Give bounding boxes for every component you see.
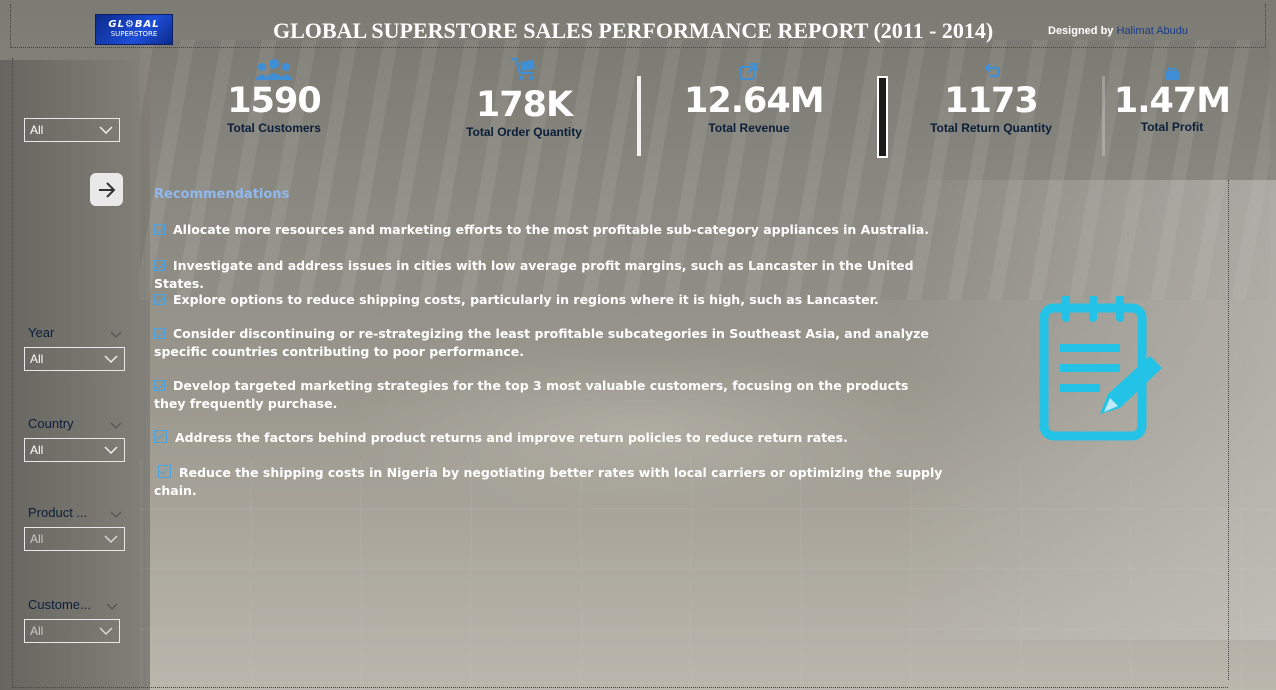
- year-expand-chevron-icon[interactable]: [110, 326, 122, 338]
- kpi-label: Total Revenue: [708, 121, 790, 135]
- recommendation-item: Address the factors behind product retur…: [154, 429, 944, 447]
- kpi-label: Total Customers: [227, 121, 321, 135]
- customer-slicer-label: Custome...: [28, 597, 91, 612]
- designer-name: Halimat Abudu: [1116, 25, 1189, 37]
- kpi-label: Total Order Quantity: [466, 125, 582, 139]
- recommendation-text: Address the factors behind product retur…: [175, 430, 848, 445]
- recommendation-item: Investigate and address issues in cities…: [154, 257, 944, 293]
- recommendation-text: Investigate and address issues in cities…: [154, 258, 914, 291]
- checkbox-icon: [154, 380, 165, 391]
- kpi-separator-box: [877, 76, 888, 158]
- right-panel-border: [1228, 180, 1229, 680]
- top-slicer-value: All: [30, 123, 44, 137]
- chevron-down-icon: [104, 444, 118, 458]
- recommendation-item: Explore options to reduce shipping costs…: [154, 291, 944, 309]
- product-slicer-dropdown[interactable]: All: [24, 527, 125, 551]
- kpi-value: 1.47M: [1113, 81, 1231, 121]
- product-expand-chevron-icon[interactable]: [110, 506, 122, 518]
- bottom-panel-border: [12, 687, 1228, 688]
- users-icon: [212, 58, 336, 82]
- country-slicer-value: All: [30, 443, 44, 457]
- recommendation-item: Allocate more resources and marketing ef…: [154, 221, 944, 239]
- global-superstore-logo: GL⚙BAL SUPERSTORE: [95, 14, 173, 45]
- recommendation-text: Develop targeted marketing strategies fo…: [154, 378, 909, 411]
- country-slicer-label: Country: [28, 416, 74, 431]
- recommendation-text: Consider discontinuing or re-strategizin…: [154, 326, 929, 359]
- designed-by-label: Designed by: [1048, 25, 1114, 37]
- country-expand-chevron-icon[interactable]: [110, 417, 122, 429]
- year-slicer-label: Year: [28, 325, 55, 340]
- navigate-arrow-button[interactable]: [90, 173, 123, 206]
- report-title: GLOBAL SUPERSTORE SALES PERFORMANCE REPO…: [273, 18, 994, 43]
- filter-sidebar: [12, 58, 142, 688]
- kpi-value: 1173: [944, 81, 1038, 121]
- customer-slicer-value: All: [30, 624, 44, 638]
- return-icon: [925, 58, 1057, 82]
- revenue-icon: [684, 58, 814, 82]
- logo-line2: SUPERSTORE: [110, 30, 158, 38]
- recommendations-title: Recommendations: [154, 187, 290, 202]
- kpi-total-revenue: 12.64M Total Revenue: [684, 58, 825, 158]
- checkbox-icon: [154, 430, 167, 443]
- kpi-divider: [637, 76, 641, 156]
- checkbox-icon: [154, 328, 165, 339]
- product-slicer-value: All: [30, 532, 44, 546]
- recommendation-item: Consider discontinuing or re-strategizin…: [154, 325, 944, 361]
- report-header: GL⚙BAL SUPERSTORE GLOBAL SUPERSTORE SALE…: [10, 4, 1266, 48]
- top-slicer-dropdown[interactable]: All: [24, 118, 120, 142]
- checkbox-icon: [158, 465, 171, 478]
- kpi-total-order-quantity: 178K Total Order Quantity: [455, 57, 593, 158]
- year-slicer-dropdown[interactable]: All: [24, 347, 125, 371]
- recommendation-text: Reduce the shipping costs in Nigeria by …: [154, 465, 943, 498]
- kpi-total-return-quantity: 1173 Total Return Quantity: [925, 58, 1057, 158]
- chevron-down-icon: [99, 625, 113, 639]
- checkbox-icon: [154, 224, 165, 235]
- checkbox-icon: [154, 260, 165, 271]
- kpi-value: 1590: [227, 81, 321, 121]
- cart-icon: [455, 57, 593, 82]
- kpi-divider: [1102, 76, 1105, 156]
- kpi-label: Total Return Quantity: [930, 121, 1052, 135]
- recommendation-text: Allocate more resources and marketing ef…: [173, 222, 929, 237]
- notepad-edit-icon: [1038, 294, 1168, 444]
- kpi-total-customers: 1590 Total Customers: [212, 58, 336, 158]
- recommendation-item: Develop targeted marketing strategies fo…: [154, 377, 944, 413]
- checkbox-icon: [154, 294, 165, 305]
- country-slicer-dropdown[interactable]: All: [24, 438, 125, 462]
- chevron-down-icon: [104, 533, 118, 547]
- chevron-down-icon: [99, 124, 113, 138]
- kpi-value: 12.64M: [684, 81, 825, 121]
- product-slicer-label: Product ...: [28, 505, 88, 520]
- recommendation-text: Explore options to reduce shipping costs…: [173, 292, 879, 307]
- arrow-right-icon: [98, 181, 115, 198]
- kpi-label: Total Profit: [1140, 120, 1204, 134]
- logo-line1: GL⚙BAL: [108, 19, 160, 30]
- customer-slicer-dropdown[interactable]: All: [24, 619, 120, 643]
- customer-expand-chevron-icon[interactable]: [106, 598, 118, 610]
- designer-credit: Designed by Halimat Abudu: [1048, 25, 1188, 37]
- year-slicer-value: All: [30, 352, 44, 366]
- profit-icon: [1112, 58, 1232, 82]
- kpi-total-profit: 1.47M Total Profit: [1112, 58, 1232, 158]
- recommendation-item: Reduce the shipping costs in Nigeria by …: [154, 464, 944, 500]
- chevron-down-icon: [104, 353, 118, 367]
- kpi-value: 178K: [475, 85, 573, 125]
